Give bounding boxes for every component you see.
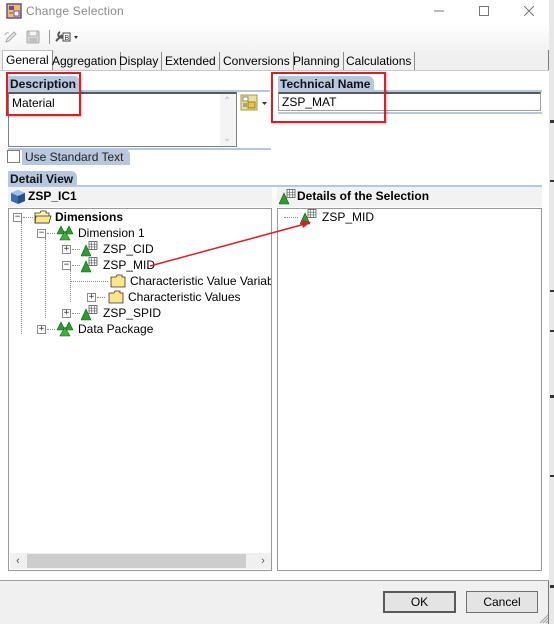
tree-node-characteristic-value-variables[interactable]: Characteristic Value Variables [70, 273, 271, 289]
technical-name-label: Technical Name [278, 76, 375, 91]
tab-general[interactable]: General [2, 50, 53, 70]
tree-node-label: Dimensions [55, 210, 124, 224]
dimension-icon [56, 321, 74, 337]
tree-line [284, 216, 298, 218]
tree-line [47, 232, 55, 234]
scroll-left-icon[interactable]: ‹ [10, 553, 26, 569]
tree-node-data-package[interactable]: + Data Package [37, 321, 153, 337]
folder-icon [108, 290, 124, 304]
left-panel-title: ZSP_IC1 [28, 189, 77, 203]
characteristic-icon [81, 305, 99, 321]
tree-line [23, 216, 33, 218]
scroll-right-icon[interactable]: › [255, 553, 271, 569]
tree-line [72, 312, 80, 314]
technical-name-field[interactable]: ZSP_MAT [278, 92, 541, 111]
right-panel-header: Details of the Selection [277, 187, 542, 207]
tree-line [21, 222, 22, 334]
tab-planning[interactable]: Planning [290, 52, 344, 70]
tree-node-label: ZSP_CID [103, 242, 154, 256]
expand-icon[interactable]: + [37, 324, 46, 334]
pencil-icon[interactable] [3, 28, 19, 46]
text-options-button[interactable] [240, 94, 270, 112]
tree-node-dimensions[interactable]: − Dimensions [13, 209, 123, 225]
characteristic-icon [81, 241, 99, 257]
characteristic-icon [300, 209, 318, 225]
scroll-up-icon[interactable]: ⌃ [223, 96, 231, 107]
tree-node-label: Data Package [78, 322, 154, 336]
tree-node-label: ZSP_MID [322, 210, 375, 224]
tree-node-dimension-1[interactable]: − Dimension 1 [37, 225, 145, 241]
change-selection-dialog: Change Selection B General Aggregation D… [0, 0, 549, 624]
left-panel-header: ZSP_IC1 [8, 187, 272, 207]
scrollbar-thumb[interactable] [27, 554, 246, 568]
tab-aggregation[interactable]: Aggregation [49, 52, 121, 70]
infocube-tree[interactable]: − Dimensions − Dimension 1 + ZSP_CID − Z… [8, 208, 272, 571]
collapse-icon[interactable]: − [37, 228, 46, 238]
footer-divider [0, 580, 549, 581]
expand-icon[interactable]: + [87, 292, 96, 302]
tree-line [70, 280, 108, 282]
general-tab-panel: Description Material ⌃ ⌄ Use Standard Te… [0, 70, 549, 580]
toolbar-separator [49, 30, 50, 44]
use-standard-text-checkbox[interactable] [7, 150, 20, 163]
background-window-edge [549, 0, 554, 624]
tool-settings-icon[interactable]: B [54, 28, 80, 46]
collapse-icon[interactable]: − [62, 260, 71, 270]
description-label: Description [8, 76, 81, 91]
selection-details-tree[interactable]: ZSP_MID [277, 208, 542, 571]
tab-extended[interactable]: Extended [162, 52, 220, 70]
close-button[interactable] [506, 0, 552, 22]
cancel-button[interactable]: Cancel [466, 591, 538, 613]
tree-node-zsp-spid[interactable]: + ZSP_SPID [62, 305, 161, 321]
technical-name-bottom-divider [278, 112, 542, 114]
minimize-button[interactable] [416, 0, 462, 22]
infocube-icon [10, 189, 26, 205]
tree-node-label: Characteristic Value Variables [130, 274, 271, 288]
selection-node-zsp-mid[interactable]: ZSP_MID [284, 209, 374, 225]
maximize-button[interactable] [461, 0, 507, 22]
tree-line [45, 238, 46, 318]
description-value[interactable]: Material [12, 96, 55, 110]
tree-line [72, 248, 80, 250]
detail-view-label: Detail View [8, 171, 78, 186]
use-standard-text-label[interactable]: Use Standard Text [22, 149, 130, 165]
tree-node-zsp-cid[interactable]: + ZSP_CID [62, 241, 154, 257]
ok-button[interactable]: OK [383, 591, 456, 613]
tree-line [97, 296, 105, 298]
title-bar: Change Selection [0, 0, 549, 24]
tree-line [72, 264, 80, 266]
tree-node-characteristic-values[interactable]: + Characteristic Values [87, 289, 241, 305]
expand-icon[interactable]: + [62, 308, 71, 318]
window-title: Change Selection [26, 4, 124, 18]
description-textarea[interactable]: Material ⌃ ⌄ [8, 92, 237, 147]
tab-calculations[interactable]: Calculations [343, 52, 416, 70]
tab-conversions[interactable]: Conversions [220, 52, 294, 70]
characteristic-icon [279, 189, 297, 205]
right-panel-title: Details of the Selection [297, 189, 430, 203]
dimension-icon [56, 225, 74, 241]
tree-node-zsp-mid[interactable]: − ZSP_MID [62, 257, 155, 273]
toolbar: B [0, 24, 549, 50]
tab-display[interactable]: Display [116, 52, 163, 70]
collapse-icon[interactable]: − [13, 212, 22, 222]
svg-text:B: B [65, 35, 70, 42]
tab-strip: General Aggregation Display Extended Con… [0, 50, 549, 70]
app-icon [6, 3, 22, 19]
tree-line [47, 328, 55, 330]
tree-node-label: Characteristic Values [128, 290, 241, 304]
tree-node-label: ZSP_SPID [103, 306, 162, 320]
expand-icon[interactable]: + [62, 244, 71, 254]
tree-horizontal-scrollbar[interactable]: ‹ › [10, 553, 271, 569]
scroll-down-icon[interactable]: ⌄ [223, 133, 231, 144]
tree-node-label: Dimension 1 [78, 226, 145, 240]
description-scrollbar[interactable]: ⌃ ⌄ [220, 94, 236, 146]
folder-open-icon [34, 210, 52, 224]
tree-node-label: ZSP_MID [103, 258, 156, 272]
folder-icon [110, 274, 126, 288]
resize-grip-icon[interactable] [537, 612, 549, 624]
save-icon[interactable] [25, 28, 41, 46]
characteristic-icon [81, 257, 99, 273]
